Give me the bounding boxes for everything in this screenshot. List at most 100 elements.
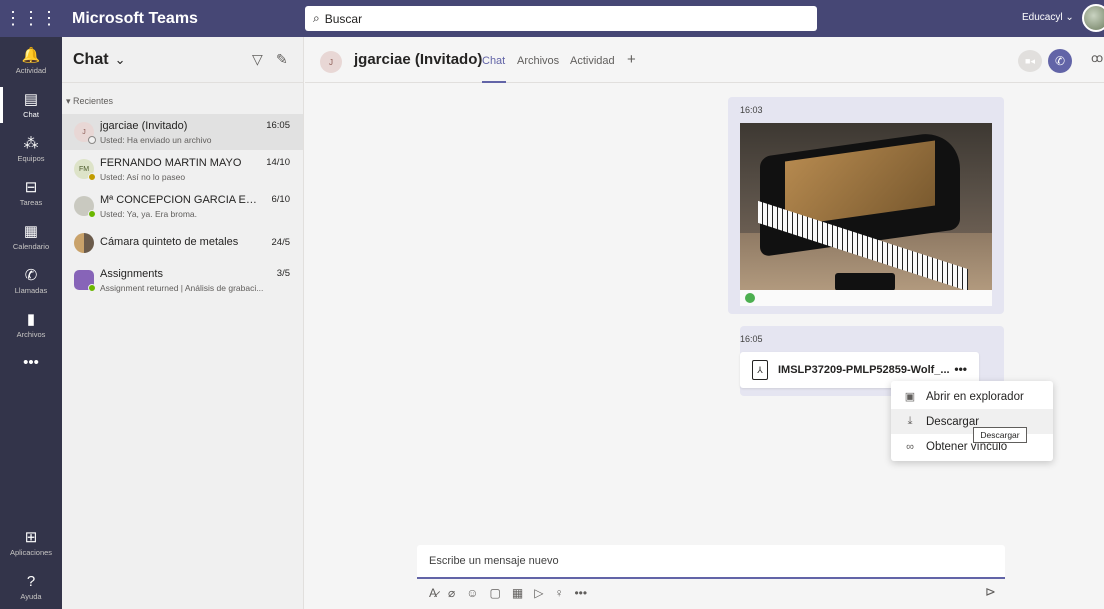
pdf-file-icon: ⅄ bbox=[752, 360, 768, 380]
search-icon: ⌕ bbox=[313, 11, 320, 25]
top-bar: ⋮⋮⋮ Microsoft Teams ⌕ Buscar Educacyl ⌄ bbox=[0, 0, 1104, 37]
chat-list-header: Chat ⌄ ▽ ✎ bbox=[62, 37, 303, 83]
user-avatar[interactable] bbox=[1082, 4, 1104, 32]
tab-chat[interactable]: Chat bbox=[482, 55, 505, 67]
menu-item-open-explorer[interactable]: ▣ Abrir en explorador bbox=[891, 384, 1053, 409]
rail-label: Aplicaciones bbox=[9, 547, 53, 557]
chat-name: jgarciae (Invitado) bbox=[100, 119, 188, 132]
section-recientes[interactable]: ▾ Recientes bbox=[62, 83, 303, 113]
participants-icon[interactable]: ꝏ bbox=[1091, 51, 1103, 65]
chat-icon: ▤ bbox=[23, 90, 39, 108]
rail-more-button[interactable]: ••• bbox=[0, 342, 62, 386]
more-options-icon[interactable]: ••• bbox=[954, 362, 967, 376]
status-badge bbox=[88, 284, 96, 292]
chat-row[interactable]: Assignments Assignment returned | Anális… bbox=[62, 262, 303, 298]
app-launcher-icon[interactable]: ⋮⋮⋮ bbox=[0, 0, 62, 37]
avatar-initials: FM bbox=[78, 165, 90, 173]
menu-item-label: Descargar bbox=[926, 415, 980, 428]
active-tab-indicator bbox=[482, 81, 506, 83]
status-badge bbox=[88, 173, 96, 181]
rail-item-archivos[interactable]: ▮ Archivos bbox=[0, 303, 62, 347]
message-image[interactable] bbox=[740, 123, 992, 306]
rail-label: Ayuda bbox=[20, 591, 42, 601]
rail-item-calendario[interactable]: ▦ Calendario bbox=[0, 215, 62, 259]
rail-item-aplicaciones[interactable]: ⊞ Aplicaciones bbox=[0, 521, 62, 565]
search-placeholder: Buscar bbox=[324, 11, 363, 26]
rail-item-chat[interactable]: ▤ Chat bbox=[0, 83, 62, 127]
more-icon[interactable]: ••• bbox=[574, 586, 587, 600]
chat-preview: Usted: Ya, ya. Era broma. bbox=[100, 208, 198, 219]
praise-icon[interactable]: ♀ bbox=[554, 586, 563, 600]
app-title: Microsoft Teams bbox=[72, 9, 198, 27]
rail-label: Chat bbox=[23, 109, 39, 119]
link-icon: ∞ bbox=[906, 440, 914, 453]
chat-time: 3/5 bbox=[276, 268, 290, 279]
menu-item-download[interactable]: ⤓ Descargar bbox=[891, 409, 1053, 434]
tab-archivos[interactable]: Archivos bbox=[517, 55, 559, 67]
bell-icon: 🔔 bbox=[21, 46, 41, 64]
avatar: J bbox=[74, 122, 96, 144]
avatar bbox=[74, 196, 96, 218]
attach-icon[interactable]: ⌀ bbox=[448, 586, 455, 600]
message-time: 16:03 bbox=[740, 105, 763, 115]
rail-item-ayuda[interactable]: ? Ayuda bbox=[0, 565, 62, 609]
chat-time: 6/10 bbox=[271, 194, 291, 205]
chat-name: Assignments bbox=[100, 267, 163, 280]
message-bubble[interactable]: 16:03 bbox=[728, 97, 1004, 314]
send-button[interactable]: ⊳ bbox=[985, 584, 996, 600]
tooltip: Descargar bbox=[973, 427, 1027, 443]
filter-icon[interactable]: ▽ bbox=[252, 51, 263, 68]
sticker-icon[interactable]: ▢ bbox=[490, 586, 501, 600]
app-rail: 🔔 Actividad ▤ Chat ⁂ Equipos ⊟ Tareas ▦ … bbox=[0, 37, 62, 609]
new-chat-icon[interactable]: ✎ bbox=[276, 51, 288, 68]
teams-icon: ⁂ bbox=[23, 134, 39, 152]
assignments-icon: ⊟ bbox=[24, 178, 38, 196]
status-badge bbox=[88, 210, 96, 218]
open-file-icon: ▣ bbox=[904, 391, 916, 403]
chat-time: 14/10 bbox=[266, 157, 290, 168]
chat-time: 24/5 bbox=[271, 237, 291, 248]
file-name: IMSLP37209-PMLP52859-Wolf_... bbox=[778, 364, 950, 376]
phone-icon: ✆ bbox=[24, 266, 38, 284]
stream-icon[interactable]: ▷ bbox=[534, 586, 543, 600]
menu-item-label: Abrir en explorador bbox=[926, 390, 1024, 403]
chat-name: Cámara quinteto de metales bbox=[100, 235, 239, 248]
avatar-initials: J bbox=[82, 128, 86, 136]
section-label: Recientes bbox=[73, 96, 114, 106]
chat-row[interactable]: Cámara quinteto de metales 24/5 bbox=[62, 225, 303, 261]
video-call-button[interactable]: ■◂ bbox=[1018, 50, 1042, 72]
assignments-icon bbox=[74, 270, 96, 292]
avatar[interactable]: J bbox=[320, 51, 342, 73]
rail-label: Llamadas bbox=[14, 285, 48, 295]
chevron-down-icon[interactable]: ⌄ bbox=[115, 52, 126, 68]
rail-label: Archivos bbox=[16, 329, 46, 339]
format-icon[interactable]: A̷ bbox=[429, 586, 437, 600]
chat-preview: Assignment returned | Análisis de grabac… bbox=[100, 282, 264, 293]
message-time: 16:05 bbox=[740, 334, 763, 344]
rail-item-actividad[interactable]: 🔔 Actividad bbox=[0, 39, 62, 83]
search-input[interactable]: ⌕ Buscar bbox=[305, 6, 817, 31]
conversation-title[interactable]: jgarciae (Invitado) bbox=[354, 51, 482, 68]
add-tab-button[interactable]: + bbox=[627, 51, 636, 68]
avatar: FM bbox=[74, 159, 96, 181]
rail-item-llamadas[interactable]: ✆ Llamadas bbox=[0, 259, 62, 303]
rail-label: Actividad bbox=[15, 65, 47, 75]
download-icon: ⤓ bbox=[907, 415, 913, 427]
chat-row[interactable]: J jgarciae (Invitado) Usted: Ha enviado … bbox=[62, 114, 303, 150]
chat-row[interactable]: Mª CONCEPCION GARCIA ECHE... Usted: Ya, … bbox=[62, 188, 303, 224]
message-compose-input[interactable]: Escribe un mensaje nuevo bbox=[417, 545, 1005, 579]
audio-call-button[interactable]: ✆ bbox=[1048, 49, 1072, 73]
chat-row[interactable]: FM FERNANDO MARTIN MAYO Usted: Así no lo… bbox=[62, 151, 303, 187]
rail-item-tareas[interactable]: ⊟ Tareas bbox=[0, 171, 62, 215]
emoji-icon[interactable]: ☺ bbox=[466, 586, 478, 600]
menu-item-get-link[interactable]: ∞ Obtener vínculo bbox=[891, 434, 1053, 459]
tab-actividad[interactable]: Actividad bbox=[570, 55, 615, 67]
rail-item-equipos[interactable]: ⁂ Equipos bbox=[0, 127, 62, 171]
chat-list-panel: Chat ⌄ ▽ ✎ ▾ Recientes J jgarciae (Invit… bbox=[62, 37, 304, 609]
org-switcher[interactable]: Educacyl ⌄ bbox=[1022, 12, 1074, 23]
chat-name: FERNANDO MARTIN MAYO bbox=[100, 156, 242, 169]
schedule-meeting-icon[interactable]: ▦ bbox=[512, 586, 523, 600]
calendar-icon: ▦ bbox=[23, 222, 39, 240]
chat-list-title[interactable]: Chat bbox=[73, 51, 109, 69]
compose-toolbar: A̷ ⌀ ☺ ▢ ▦ ▷ ♀ ••• bbox=[417, 582, 1005, 604]
